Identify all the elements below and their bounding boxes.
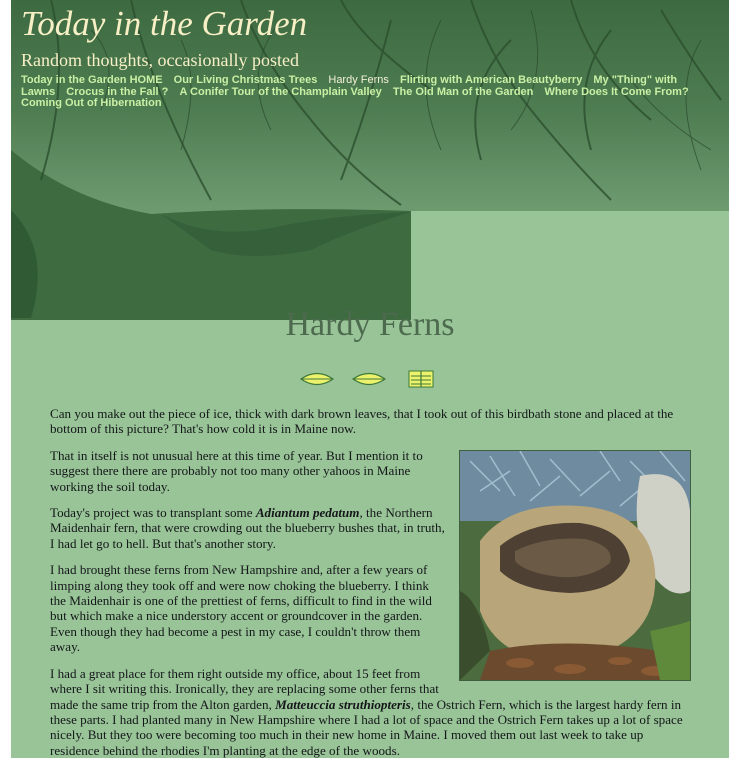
- nav-link-conifer-tour[interactable]: A Conifer Tour of the Champlain Valley: [179, 86, 381, 98]
- nav-link-old-man[interactable]: The Old Man of the Garden: [393, 86, 534, 98]
- species-name: Matteuccia struthiopteris: [275, 696, 411, 712]
- header-banner: [11, 0, 729, 321]
- site-tagline: Random thoughts, occasionally posted: [21, 50, 299, 70]
- paragraph: Can you make out the piece of ice, thick…: [50, 406, 674, 437]
- site-title: Today in the Garden: [21, 4, 308, 43]
- fern-icon: [408, 370, 434, 388]
- leaf-icon: [351, 372, 387, 386]
- nav-link-where-from[interactable]: Where Does It Come From?: [544, 86, 688, 98]
- nav-link-hardy-ferns[interactable]: Hardy Ferns: [328, 74, 389, 86]
- paragraph-text: Today's project was to transplant some: [50, 505, 256, 521]
- birdbath-stone-photo: [459, 449, 691, 681]
- leaf-divider-icons: [299, 370, 434, 388]
- nav-link-hibernation[interactable]: Coming Out of Hibernation: [21, 97, 162, 109]
- nav-link-home[interactable]: Today in the Garden HOME: [21, 74, 163, 86]
- page-title: Hardy Ferns: [285, 306, 455, 343]
- header-fade: [411, 211, 729, 321]
- top-nav: Today in the Garden HOME Our Living Chri…: [21, 74, 711, 110]
- page-frame: Today in the Garden Random thoughts, occ…: [11, 0, 729, 758]
- leaf-icon: [299, 372, 335, 386]
- nav-link-crocus[interactable]: Crocus in the Fall ?: [66, 86, 168, 98]
- nav-link-beautyberry[interactable]: Flirting with American Beautyberry: [400, 74, 582, 86]
- nav-link-christmas-trees[interactable]: Our Living Christmas Trees: [174, 74, 318, 86]
- article-body: Can you make out the piece of ice, thick…: [50, 406, 691, 758]
- species-name: Adiantum pedatum: [255, 505, 360, 521]
